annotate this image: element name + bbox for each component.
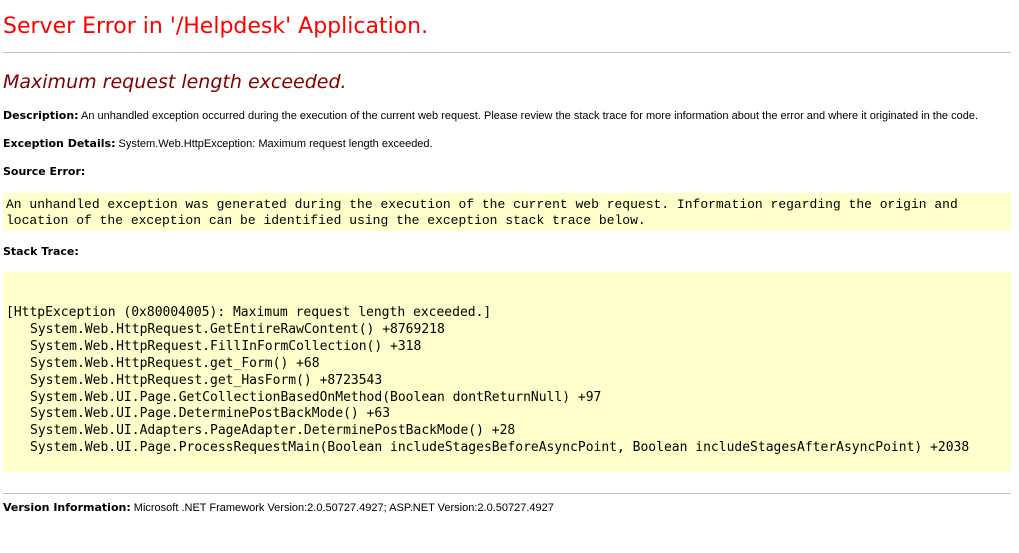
source-error-code: An unhandled exception was generated dur…: [6, 197, 958, 229]
source-error-line: location of the exception can be identif…: [6, 213, 646, 228]
stack-trace-box: [HttpException (0x80004005): Maximum req…: [3, 272, 1011, 472]
version-information-label: Version Information:: [3, 501, 131, 514]
stack-frame: System.Web.UI.Page.ProcessRequestMain(Bo…: [30, 440, 970, 456]
exception-details-text: System.Web.HttpException: Maximum reques…: [115, 138, 433, 150]
stack-trace-code: [HttpException (0x80004005): Maximum req…: [6, 305, 969, 457]
title-divider: [3, 52, 1011, 53]
exception-details-label: Exception Details:: [3, 137, 116, 150]
description-text: An unhandled exception occurred during t…: [78, 110, 979, 122]
stack-trace-row: Stack Trace:: [3, 245, 79, 259]
description-label: Description:: [3, 109, 79, 122]
stack-trace-label: Stack Trace:: [3, 245, 79, 258]
version-information-text: Microsoft .NET Framework Version:2.0.507…: [130, 502, 554, 514]
page-title: Server Error in '/Helpdesk' Application.: [3, 14, 429, 39]
source-error-box: An unhandled exception was generated dur…: [3, 193, 1011, 231]
stack-frame: System.Web.HttpRequest.get_HasForm() +87…: [30, 372, 383, 388]
source-error-line: An unhandled exception was generated dur…: [6, 197, 958, 212]
stack-frame: System.Web.UI.Page.DeterminePostBackMode…: [30, 406, 391, 422]
stack-frame: System.Web.HttpRequest.FillInFormCollect…: [30, 338, 422, 354]
stack-frame: System.Web.UI.Adapters.PageAdapter.Deter…: [30, 423, 516, 439]
stack-frame: System.Web.HttpRequest.get_Form() +68: [30, 355, 320, 371]
error-message-heading: Maximum request length exceeded.: [3, 71, 347, 93]
stack-trace-header-line: [HttpException (0x80004005): Maximum req…: [6, 305, 492, 320]
version-information-row: Version Information: Microsoft .NET Fram…: [3, 501, 554, 515]
stack-frame: System.Web.HttpRequest.GetEntireRawConte…: [30, 321, 445, 337]
description-row: Description: An unhandled exception occu…: [3, 109, 978, 123]
source-error-label: Source Error:: [3, 165, 86, 178]
source-error-row: Source Error:: [3, 165, 85, 179]
stack-frame: System.Web.UI.Page.GetCollectionBasedOnM…: [30, 389, 602, 405]
exception-details-row: Exception Details: System.Web.HttpExcept…: [3, 137, 433, 151]
footer-divider: [3, 493, 1011, 494]
